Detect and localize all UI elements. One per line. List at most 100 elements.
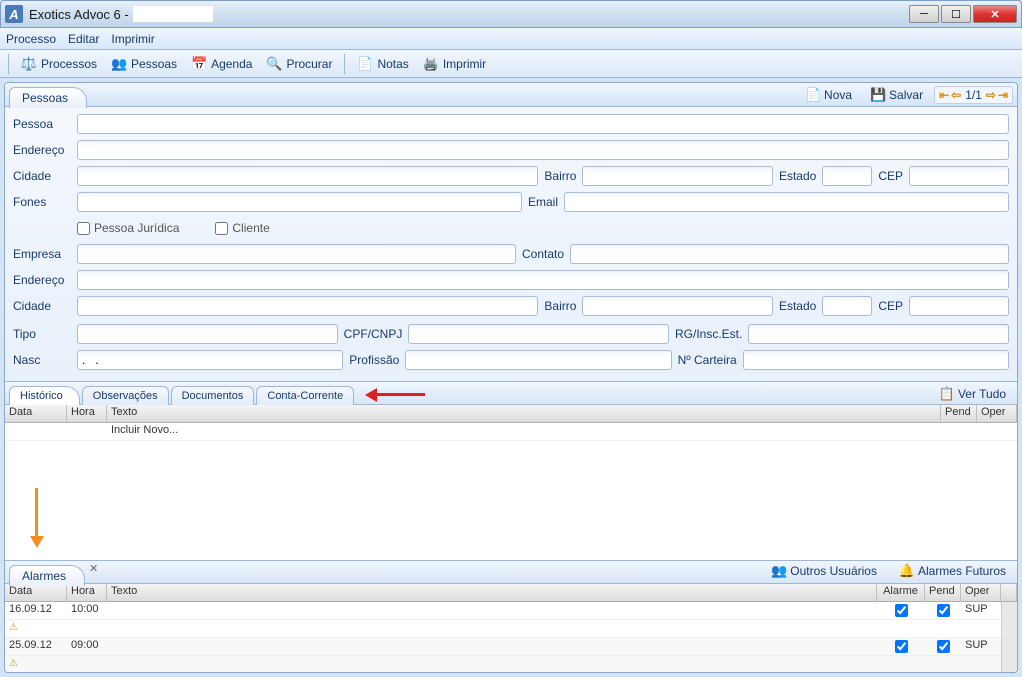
scales-icon: ⚖️ [21,56,37,72]
contato-input[interactable] [570,244,1009,264]
menu-imprimir[interactable]: Imprimir [111,32,154,46]
alarmes-futuros-button[interactable]: 🔔Alarmes Futuros [892,561,1013,581]
cep2-label: CEP [878,299,903,313]
pessoa-label: Pessoa [13,117,71,131]
maximize-button[interactable]: ☐ [941,5,971,23]
pend-check[interactable] [937,640,950,653]
toolbar-agenda[interactable]: 📅Agenda [187,54,256,74]
toolbar-notas[interactable]: 📄Notas [353,54,412,74]
contato-label: Contato [522,247,564,261]
nav-next[interactable]: ⇨ [986,88,996,102]
form-pane: Pessoa Endereço Cidade Bairro Estado CEP… [5,107,1017,381]
menu-editar[interactable]: Editar [68,32,99,46]
nav-first[interactable]: ⇤ [939,88,949,102]
title-bar: A Exotics Advoc 6 - ─ ☐ ✕ [0,0,1022,28]
notes-icon: 📄 [357,56,373,72]
window-title: Exotics Advoc 6 - [29,7,129,22]
bairro2-input[interactable] [582,296,773,316]
alarme-row[interactable]: 16.09.1210:00SUP [5,602,1001,620]
alarmes-grid: Data Hora Texto Alarme Pend Oper 16.09.1… [5,584,1017,672]
alarmes-close[interactable]: ✕ [89,562,98,575]
pessoa-input[interactable] [77,114,1009,134]
nasc-input[interactable] [77,350,343,370]
cep-input[interactable] [909,166,1009,186]
toolbar-processos[interactable]: ⚖️Processos [17,54,101,74]
outros-usuarios-button[interactable]: 👥Outros Usuários [764,561,884,581]
cep-label: CEP [878,169,903,183]
cliente-checkbox[interactable]: Cliente [215,221,269,235]
endereco2-input[interactable] [77,270,1009,290]
email-input[interactable] [564,192,1009,212]
cidade-input[interactable] [77,166,538,186]
alarme-check[interactable] [895,604,908,617]
cidade2-input[interactable] [77,296,538,316]
ver-tudo-button[interactable]: 📋Ver Tudo [932,384,1013,404]
carteira-input[interactable] [743,350,1009,370]
estado-input[interactable] [822,166,872,186]
nav-last[interactable]: ⇥ [998,88,1008,102]
acol-texto[interactable]: Texto [107,584,877,601]
toolbar-imprimir[interactable]: 🖨️Imprimir [419,54,490,74]
alarme-row[interactable]: 25.09.1209:00SUP [5,638,1001,656]
nav-prev[interactable]: ⇦ [951,88,961,102]
tab-historico[interactable]: Histórico [9,386,80,405]
acol-pend[interactable]: Pend [925,584,961,601]
acol-data[interactable]: Data [5,584,67,601]
empresa-input[interactable] [77,244,516,264]
tab-observacoes[interactable]: Observações [82,386,169,405]
cidade2-label: Cidade [13,299,71,313]
estado2-input[interactable] [822,296,872,316]
alarme-row-warn: ⚠ [5,620,1001,638]
search-icon: 🔍 [266,56,282,72]
menu-processo[interactable]: Processo [6,32,56,46]
col-texto[interactable]: Texto [107,405,941,422]
acol-alarme[interactable]: Alarme [877,584,925,601]
tab-alarmes[interactable]: Alarmes [9,565,85,586]
future-icon: 🔔 [899,563,915,579]
toolbar: ⚖️Processos 👥Pessoas 📅Agenda 🔍Procurar 📄… [0,50,1022,78]
app-icon: A [5,5,23,23]
grid-row-new[interactable]: Incluir Novo... [5,423,1017,441]
cep2-input[interactable] [909,296,1009,316]
tab-documentos[interactable]: Documentos [171,386,255,405]
acol-oper[interactable]: Oper [961,584,1001,601]
historico-grid: Data Hora Texto Pend Oper Incluir Novo..… [5,405,1017,560]
toolbar-procurar[interactable]: 🔍Procurar [262,54,336,74]
new-icon: 📄 [805,87,821,103]
estado2-label: Estado [779,299,816,313]
view-all-icon: 📋 [939,386,955,402]
tab-conta-corrente[interactable]: Conta-Corrente [256,386,354,405]
minimize-button[interactable]: ─ [909,5,939,23]
cpf-label: CPF/CNPJ [344,327,403,341]
cpf-input[interactable] [408,324,669,344]
fones-input[interactable] [77,192,522,212]
section-tab-pessoas[interactable]: Pessoas [9,87,87,108]
col-data[interactable]: Data [5,405,67,422]
col-oper[interactable]: Oper [977,405,1017,422]
toolbar-pessoas[interactable]: 👥Pessoas [107,54,181,74]
endereco-input[interactable] [77,140,1009,160]
alarme-check[interactable] [895,640,908,653]
rg-input[interactable] [748,324,1009,344]
alarme-row-warn: ⚠ [5,656,1001,673]
nova-button[interactable]: 📄Nova [798,85,859,105]
bairro-input[interactable] [582,166,773,186]
cidade-label: Cidade [13,169,71,183]
main-frame: Pessoas 📄Nova 💾Salvar ⇤ ⇦ 1/1 ⇨ ⇥ Pessoa… [4,82,1018,673]
close-button[interactable]: ✕ [973,5,1017,23]
col-hora[interactable]: Hora [67,405,107,422]
rg-label: RG/Insc.Est. [675,327,742,341]
pessoa-juridica-checkbox[interactable]: Pessoa Jurídica [77,221,179,235]
profissao-label: Profissão [349,353,399,367]
calendar-icon: 📅 [191,56,207,72]
pend-check[interactable] [937,604,950,617]
acol-hora[interactable]: Hora [67,584,107,601]
tipo-input[interactable] [77,324,338,344]
profissao-input[interactable] [405,350,671,370]
fones-label: Fones [13,195,71,209]
alarmes-scrollbar[interactable] [1001,602,1017,672]
nav-counter: 1/1 [965,88,982,102]
col-pend[interactable]: Pend [941,405,977,422]
salvar-button[interactable]: 💾Salvar [863,85,930,105]
orange-arrow-annotation [30,488,44,548]
